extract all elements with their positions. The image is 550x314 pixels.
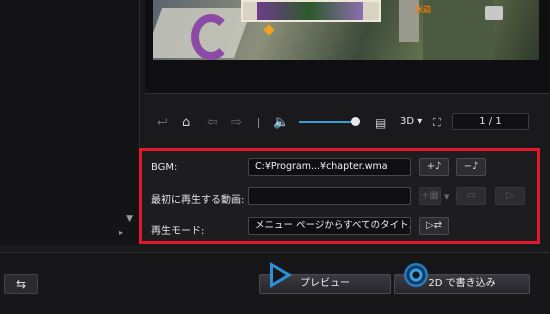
separator [258,118,259,128]
subtitle-icon[interactable]: ▤ [375,116,386,130]
bgm-label: BGM: [151,162,178,173]
preview-stamp: 水辺 [415,5,431,14]
fullscreen-icon[interactable]: ⛶ [433,116,441,130]
play-mode-field[interactable]: メニュー ページからすべてのタイトルを順番に [248,217,411,235]
player-control-bar: ⮠ ⌂ ⇦ ⇨ 🔈 ▤ 3D ▾ ⛶ 1 / 1 [145,108,550,138]
left-panel: ▼ ▸ [0,0,140,245]
first-play-video-field[interactable] [248,187,411,205]
first-play-video-label: 最初に再生する動画: [151,195,245,206]
swap-button[interactable]: ⇆ [4,274,38,294]
volume-icon[interactable]: 🔈 [273,116,289,130]
scroll-right-arrow-icon[interactable]: ▸ [119,228,123,237]
home-icon[interactable]: ⌂ [182,116,190,130]
play-mode-settings-button[interactable]: ▷⇄ [419,217,449,235]
first-video-play-button[interactable]: ▷ [495,187,525,205]
first-video-settings-button[interactable]: ▭ [456,187,486,205]
bgm-field[interactable]: C:¥Program...¥chapter.wma [248,158,411,176]
previous-icon[interactable]: ⇦ [207,116,218,130]
disc-icon [404,263,428,287]
3d-mode-dropdown[interactable]: 3D ▾ [400,116,422,127]
preview-frame: 水辺 [145,0,550,94]
disc-settings-panel: BGM: C:¥Program...¥chapter.wma +♪ −♪ 最初に… [139,148,540,244]
next-icon[interactable]: ⇨ [231,116,242,130]
remove-music-button[interactable]: −♪ [456,158,486,176]
add-first-video-button[interactable]: +▦ [419,187,441,205]
page-indicator: 1 / 1 [452,113,529,130]
return-icon[interactable]: ⮠ [157,116,167,130]
first-video-dropdown-arrow-icon[interactable]: ▼ [444,193,449,201]
add-music-button[interactable]: +♪ [419,158,449,176]
volume-slider[interactable] [299,121,357,123]
volume-slider-knob[interactable] [351,117,360,126]
preview-image: 水辺 [153,0,539,60]
scroll-down-arrow-icon[interactable]: ▼ [126,214,133,224]
play-mode-label: 再生モード: [151,226,205,237]
